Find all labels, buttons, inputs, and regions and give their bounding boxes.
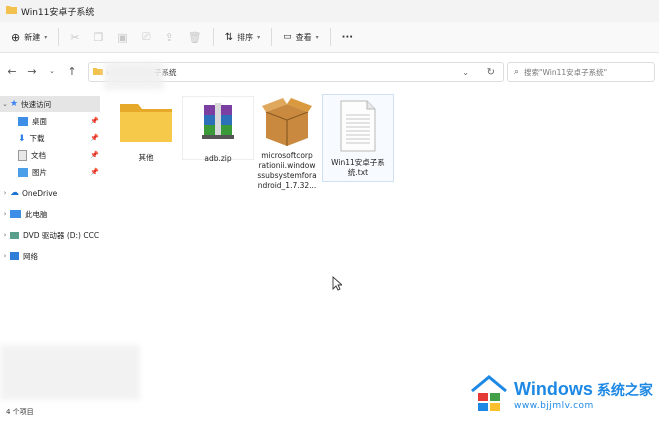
sidebar-item-this-pc[interactable]: › 此电脑 — [0, 206, 48, 222]
network-icon — [10, 252, 19, 260]
divider — [271, 28, 273, 46]
more-button[interactable]: ··· — [335, 32, 360, 43]
file-name: Win11安卓子系 统.txt — [331, 158, 385, 177]
file-item-zip[interactable]: adb.zip — [182, 96, 254, 163]
desktop-icon — [18, 116, 28, 126]
file-name: adb.zip — [204, 154, 232, 163]
file-list: 其他 adb.zip microsoftcorp rationii.window… — [106, 92, 659, 402]
delete-button[interactable]: 🗑 — [181, 31, 209, 44]
watermark-url: www.bjjmlv.com — [514, 401, 594, 411]
share-button[interactable]: ⇪ — [158, 31, 181, 44]
file-name: microsoftcorp rationii.window ssubsystem… — [257, 151, 317, 190]
back-button[interactable]: ← — [2, 65, 22, 78]
share-icon: ⇪ — [164, 30, 174, 44]
trash-icon: 🗑 — [187, 30, 202, 44]
sidebar-item-onedrive[interactable]: › ☁ OneDrive — [0, 185, 58, 201]
new-button[interactable]: ⊕ 新建 ▾ — [4, 31, 54, 44]
recent-locations-button[interactable]: ⌄ — [42, 67, 62, 75]
command-bar: ⊕ 新建 ▾ ✂ ❐ ▣ ⎚ ⇪ 🗑 ⇅ 排序 ▾ ▭ 查看 ▾ ··· — [0, 22, 659, 53]
navigation-bar: ← → ⌄ ↑ › 子系统 ⌄ ↻ ⌕ 搜索"Win11安卓子系统" — [0, 56, 659, 86]
plus-circle-icon: ⊕ — [11, 30, 21, 44]
sidebar-item-downloads[interactable]: ⬇ 下载 — [18, 130, 45, 146]
sidebar-item-quick-access[interactable]: ⌄ ★ 快速访问 — [0, 96, 100, 112]
folder-icon — [6, 5, 17, 17]
view-icon: ▭ — [283, 32, 292, 42]
sidebar-item-desktop[interactable]: 桌面 — [18, 113, 47, 129]
divider — [212, 28, 214, 46]
file-item-package[interactable]: microsoftcorp rationii.window ssubsystem… — [252, 96, 322, 191]
download-icon: ⬇ — [18, 133, 26, 144]
scissors-icon: ✂ — [70, 30, 80, 44]
chevron-down-icon: ▾ — [315, 33, 319, 41]
paste-button[interactable]: ▣ — [110, 31, 134, 44]
up-button[interactable]: ↑ — [62, 65, 82, 78]
refresh-icon[interactable]: ↻ — [487, 67, 495, 78]
copy-icon: ❐ — [93, 30, 104, 44]
pin-icon: 📌 — [90, 134, 99, 142]
title-bar: Win11安卓子系统 — [0, 0, 659, 22]
redacted-region — [104, 62, 164, 90]
folder-icon — [118, 104, 174, 146]
copy-button[interactable]: ❐ — [86, 31, 110, 44]
divider — [58, 28, 60, 46]
chevron-down-icon: ▾ — [257, 33, 261, 41]
chevron-right-icon: › — [3, 189, 7, 197]
sidebar-item-pictures[interactable]: 图片 — [18, 164, 47, 180]
address-dropdown-icon[interactable]: ⌄ — [462, 68, 469, 77]
pin-icon: 📌 — [90, 151, 99, 159]
watermark: Windows 系统之家 www.bjjmlv.com — [470, 372, 659, 418]
chevron-right-icon: › — [3, 210, 7, 218]
chevron-down-icon: ▾ — [44, 33, 48, 41]
package-box-icon — [260, 98, 314, 148]
chevron-down-icon: ⌄ — [49, 67, 55, 75]
sidebar-item-dvd-drive[interactable]: › DVD 驱动器 (D:) CCC — [0, 227, 99, 243]
pin-icon: 📌 — [90, 168, 99, 176]
window-title: Win11安卓子系统 — [21, 7, 95, 18]
document-icon — [18, 149, 27, 161]
chevron-down-icon: ⌄ — [2, 100, 8, 108]
folder-icon — [93, 67, 103, 77]
file-name: 其他 — [138, 153, 154, 162]
watermark-text: Windows 系统之家 www.bjjmlv.com — [514, 379, 653, 411]
redacted-region — [0, 345, 140, 400]
search-icon: ⌕ — [514, 67, 520, 77]
more-icon: ··· — [341, 31, 354, 43]
paste-icon: ▣ — [117, 30, 128, 44]
mouse-cursor-icon — [332, 275, 344, 295]
arrow-left-icon: ← — [7, 64, 17, 78]
computer-icon — [10, 210, 21, 218]
sidebar-item-documents[interactable]: 文档 — [18, 147, 46, 163]
rename-icon: ⎚ — [141, 30, 151, 43]
item-count: 4 个项目 — [6, 407, 34, 416]
sidebar-item-network[interactable]: › 网络 — [0, 248, 38, 264]
sort-button[interactable]: ⇅ 排序 ▾ — [218, 32, 267, 43]
star-icon: ★ — [10, 99, 19, 109]
cut-button[interactable]: ✂ — [63, 31, 86, 44]
chevron-right-icon: › — [3, 252, 7, 260]
search-placeholder: 搜索"Win11安卓子系统" — [524, 67, 608, 77]
watermark-brand: Windows — [514, 379, 593, 399]
view-button[interactable]: ▭ 查看 ▾ — [276, 32, 326, 43]
text-file-icon — [337, 100, 379, 155]
file-item-text[interactable]: Win11安卓子系 统.txt — [322, 94, 394, 182]
cloud-icon: ☁ — [10, 188, 19, 198]
rename-button[interactable]: ⎚ — [135, 30, 158, 44]
windows-house-logo-icon — [470, 373, 508, 417]
search-box[interactable]: ⌕ 搜索"Win11安卓子系统" — [507, 62, 655, 82]
sort-icon: ⇅ — [224, 31, 234, 43]
disc-drive-icon — [10, 231, 19, 239]
file-item-folder[interactable]: 其他 — [111, 98, 181, 163]
forward-button[interactable]: → — [22, 65, 42, 78]
watermark-site-name: 系统之家 — [596, 383, 653, 399]
pin-icon: 📌 — [90, 117, 99, 125]
chevron-right-icon: › — [3, 231, 7, 239]
arrow-right-icon: → — [27, 64, 37, 78]
winrar-archive-icon — [198, 103, 238, 145]
divider — [329, 28, 331, 46]
arrow-up-icon: ↑ — [67, 64, 77, 78]
picture-icon — [18, 167, 28, 177]
